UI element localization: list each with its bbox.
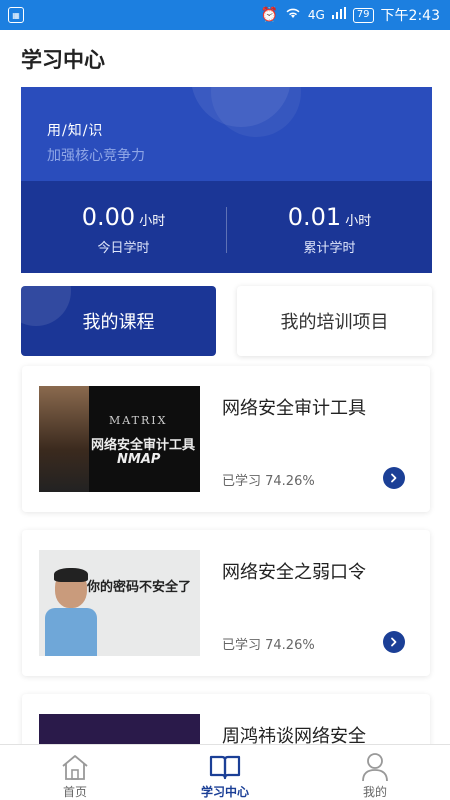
course-progress: 已学习 74.26%: [222, 638, 315, 653]
nav-mine[interactable]: 我的: [300, 745, 450, 800]
tab-my-courses-label: 我的课程: [82, 312, 155, 333]
nav-mine-label: 我的: [362, 785, 387, 799]
person-icon: [361, 751, 389, 783]
total-hours-unit: 小时: [345, 214, 372, 229]
network-type: 4G: [307, 8, 325, 22]
signal-icon: [331, 7, 346, 23]
home-icon: [60, 751, 90, 783]
book-icon: [209, 751, 241, 783]
tab-decoration: [21, 286, 71, 326]
thumbnail-caption-2: NMAP: [117, 452, 161, 467]
course-title: 网络安全之弱口令: [222, 562, 366, 583]
alarm-icon: ⏰: [260, 7, 278, 23]
thumbnail-caption: 网络安全审计工具: [91, 438, 196, 453]
course-progress: 已学习 74.26%: [222, 474, 315, 489]
chevron-right-icon[interactable]: [383, 467, 405, 489]
thumbnail-caption: 你的密码不安全了: [87, 580, 192, 595]
chevron-right-icon[interactable]: [383, 631, 405, 653]
notification-app-icon: ▦: [8, 7, 24, 23]
battery-level: 79: [352, 7, 374, 23]
total-hours: 0.01 小时 累计学时: [227, 203, 432, 256]
nav-learning-center-label: 学习中心: [200, 785, 249, 799]
nav-home-label: 首页: [62, 785, 87, 799]
today-hours-unit: 小时: [139, 214, 166, 229]
course-thumbnail: 你的密码不安全了: [39, 550, 200, 656]
tab-my-training-label: 我的培训项目: [280, 312, 389, 333]
tab-my-training[interactable]: 我的培训项目: [237, 286, 432, 356]
bottom-navigation: 首页 学习中心 我的: [0, 744, 450, 800]
banner-subtitle: 加强核心竞争力: [47, 148, 145, 164]
nav-home[interactable]: 首页: [0, 745, 150, 800]
today-hours-label: 今日学时: [97, 241, 150, 256]
today-hours: 0.00 小时 今日学时: [21, 203, 226, 256]
course-card[interactable]: 你的密码不安全了 网络安全之弱口令 已学习 74.26%: [22, 530, 430, 676]
today-hours-value: 0.00: [81, 203, 136, 231]
nav-learning-center[interactable]: 学习中心: [150, 745, 300, 800]
tab-my-courses[interactable]: 我的课程: [21, 286, 216, 356]
study-banner: 用/知/识 加强核心竞争力 0.00 小时 今日学时 0.01 小时 累计学时: [21, 87, 432, 273]
course-card[interactable]: MATRIX 网络安全审计工具 NMAP 网络安全审计工具 已学习 74.26%: [22, 366, 430, 512]
course-title: 网络安全审计工具: [222, 398, 366, 419]
clock: 下午2:43: [380, 8, 440, 24]
page-header: 学习中心: [0, 30, 450, 84]
thumbnail-brand: MATRIX: [109, 414, 168, 427]
page-title: 学习中心: [21, 48, 105, 72]
course-thumbnail: MATRIX 网络安全审计工具 NMAP: [39, 386, 200, 492]
presenter-image: [39, 386, 89, 492]
total-hours-label: 累计学时: [303, 241, 356, 256]
status-bar: ▦ ⏰ 4G 79 下午2:43: [0, 0, 450, 30]
banner-slogan: 用/知/识: [47, 123, 104, 139]
total-hours-value: 0.01: [287, 203, 342, 231]
wifi-icon: [285, 7, 301, 23]
